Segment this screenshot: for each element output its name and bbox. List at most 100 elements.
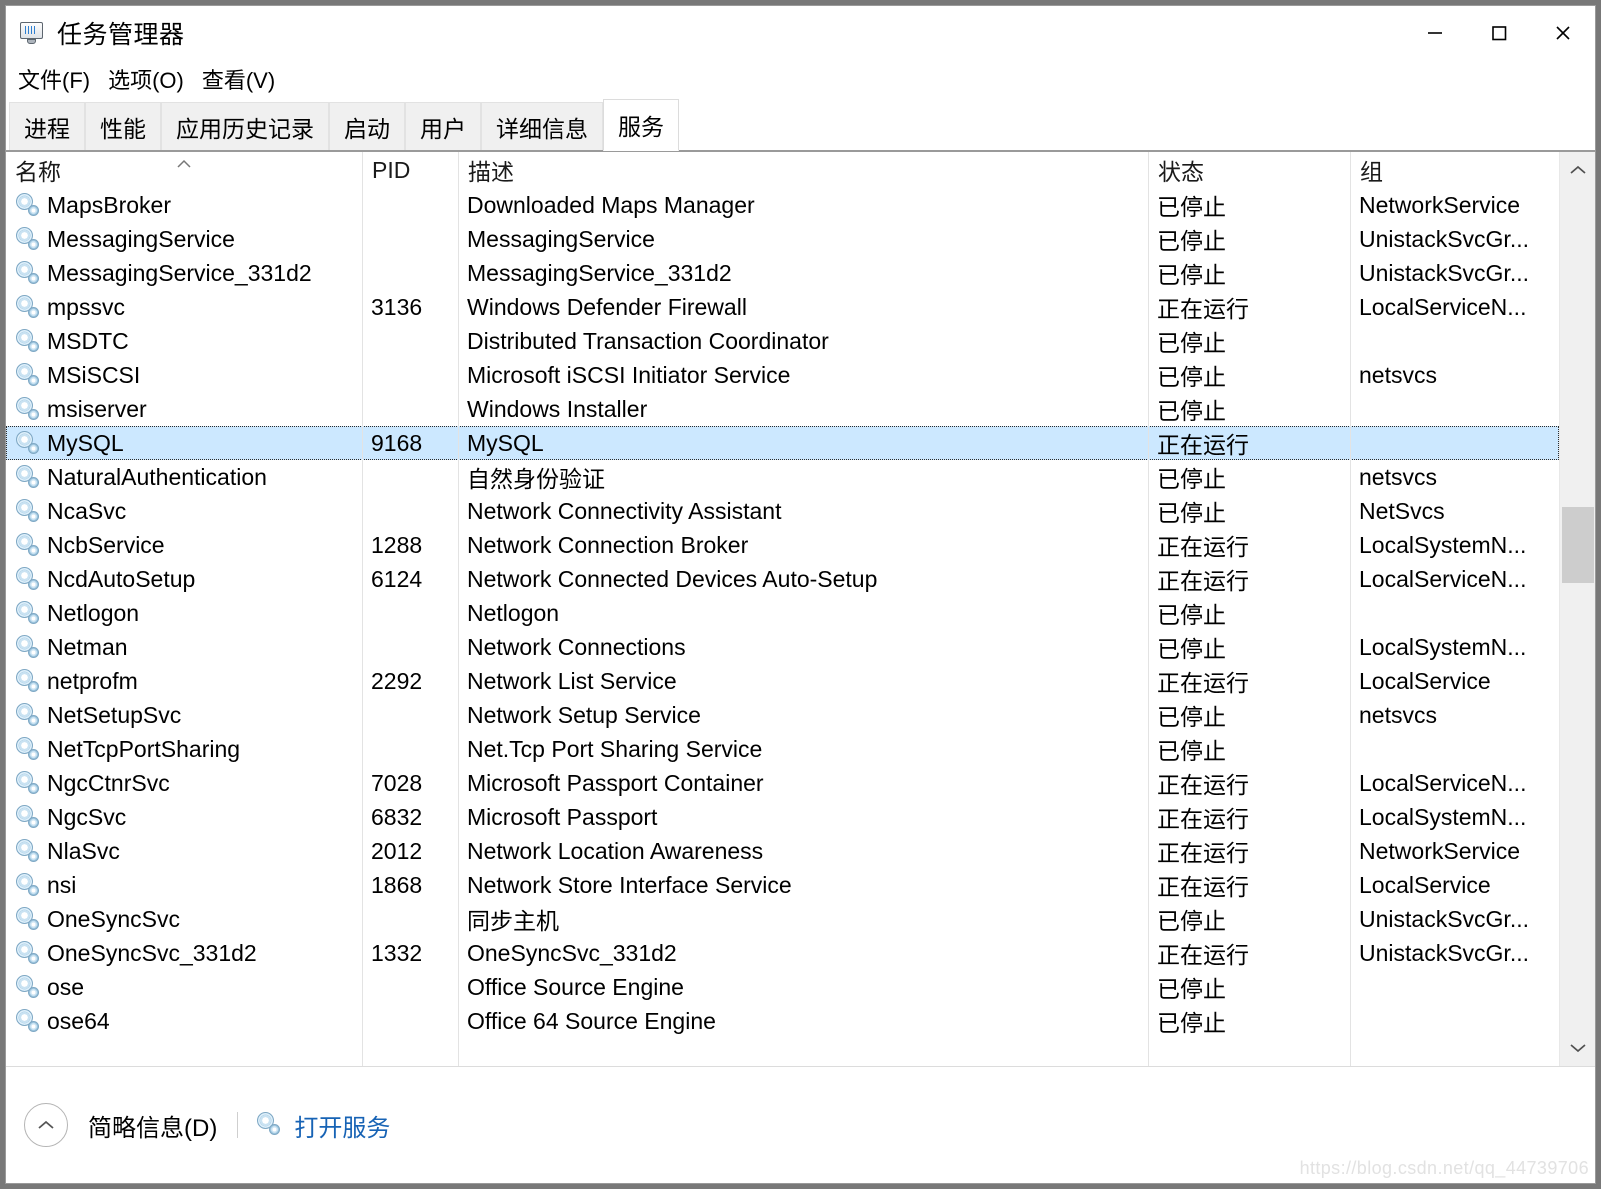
- service-name-label: NcdAutoSetup: [47, 565, 196, 592]
- cell-pid: 2292: [371, 667, 423, 694]
- table-row[interactable]: MessagingService_331d2 MessagingService_3…: [6, 256, 1559, 290]
- table-row[interactable]: mpssvc 3136 Windows Defender Firewall 正在运行 L…: [6, 290, 1559, 324]
- cell-group: UnistackSvcGr...: [1359, 225, 1529, 252]
- cell-name: ose: [6, 970, 362, 1004]
- cell-group: LocalServiceN...: [1359, 769, 1527, 796]
- table-row[interactable]: OneSyncSvc 同步主机 已停止 UnistackSvcGr...: [6, 902, 1559, 936]
- tab-details[interactable]: 详细信息: [481, 102, 603, 150]
- table-row[interactable]: Netlogon Netlogon 已停止: [6, 596, 1559, 630]
- table-row[interactable]: MySQL 9168 MySQL 正在运行: [6, 426, 1559, 460]
- cell-pid: [362, 324, 458, 358]
- cell-pid: 6832: [371, 803, 423, 830]
- cell-group: [1350, 324, 1540, 358]
- service-gear-icon: [15, 974, 41, 1000]
- table-row[interactable]: NaturalAuthentication 自然身份验证 已停止 netsvcs: [6, 460, 1559, 494]
- table-row[interactable]: netprofm 2292 Network List Service 正在运行 Loca…: [6, 664, 1559, 698]
- cell-group: [1350, 426, 1540, 460]
- table-row[interactable]: MessagingService MessagingService 已停止 Unist…: [6, 222, 1559, 256]
- service-gear-icon: [15, 1008, 41, 1034]
- table-row[interactable]: OneSyncSvc_331d2 1332 OneSyncSvc_331d2 正在运行…: [6, 936, 1559, 970]
- cell-name: Netlogon: [6, 596, 362, 630]
- minimize-button[interactable]: [1403, 6, 1467, 59]
- menu-item-file[interactable]: 文件(F): [18, 63, 90, 95]
- table-row[interactable]: NcbService 1288 Network Connection Broker 正…: [6, 528, 1559, 562]
- fewer-details-button[interactable]: [24, 1103, 68, 1147]
- table-row[interactable]: NlaSvc 2012 Network Location Awareness 正在运行…: [6, 834, 1559, 868]
- cell-description: 同步主机: [467, 908, 559, 934]
- service-gear-icon: [15, 192, 41, 218]
- service-gear-icon: [15, 566, 41, 592]
- cell-pid: [362, 494, 458, 528]
- table-row[interactable]: NetTcpPortSharing Net.Tcp Port Sharing Se…: [6, 732, 1559, 766]
- table-row[interactable]: NgcSvc 6832 Microsoft Passport 正在运行 LocalSys…: [6, 800, 1559, 834]
- table-row[interactable]: MSiSCSI Microsoft iSCSI Initiator Service…: [6, 358, 1559, 392]
- service-name-label: NaturalAuthentication: [47, 463, 267, 490]
- cell-description: Net.Tcp Port Sharing Service: [467, 735, 763, 762]
- fewer-details-label[interactable]: 简略信息(D): [88, 1108, 217, 1143]
- tab-startup[interactable]: 启动: [329, 102, 405, 150]
- scrollbar-up-button[interactable]: [1560, 152, 1595, 188]
- cell-name: msiserver: [6, 392, 362, 426]
- table-row[interactable]: ose Office Source Engine 已停止: [6, 970, 1559, 1004]
- scrollbar-down-button[interactable]: [1560, 1030, 1595, 1066]
- cell-name: MapsBroker: [6, 188, 362, 222]
- cell-name: NcaSvc: [6, 494, 362, 528]
- tab-users[interactable]: 用户: [405, 102, 481, 150]
- service-name-label: MapsBroker: [47, 191, 171, 218]
- cell-group: [1350, 392, 1540, 426]
- maximize-icon: [1492, 25, 1507, 40]
- menu-item-view[interactable]: 查看(V): [202, 63, 275, 95]
- cell-pid: 1332: [371, 939, 423, 966]
- cell-pid: 1868: [371, 871, 423, 898]
- tab-processes[interactable]: 进程: [9, 102, 85, 150]
- tab-performance[interactable]: 性能: [85, 102, 161, 150]
- chevron-up-icon: [1569, 165, 1586, 174]
- table-row[interactable]: MSDTC Distributed Transaction Coordinator…: [6, 324, 1559, 358]
- cell-group: LocalService: [1359, 871, 1491, 898]
- table-row[interactable]: MapsBroker Downloaded Maps Manager 已停止 Netw…: [6, 188, 1559, 222]
- table-row[interactable]: NcaSvc Network Connectivity Assistant 已停止 N…: [6, 494, 1559, 528]
- table-row[interactable]: nsi 1868 Network Store Interface Service 正在…: [6, 868, 1559, 902]
- column-header-description[interactable]: 描述: [458, 152, 1148, 188]
- cell-pid: 1288: [371, 531, 423, 558]
- table-row[interactable]: ose64 Office 64 Source Engine 已停止: [6, 1004, 1559, 1038]
- service-gear-icon: [15, 838, 41, 864]
- tab-app-history[interactable]: 应用历史记录: [161, 102, 329, 150]
- cell-description: Downloaded Maps Manager: [467, 191, 755, 218]
- cell-pid: 6124: [371, 565, 423, 592]
- cell-name: mpssvc: [6, 290, 362, 324]
- cell-description: OneSyncSvc_331d2: [467, 939, 677, 966]
- cell-group: [1350, 732, 1540, 766]
- watermark: https://blog.csdn.net/qq_44739706: [1299, 1158, 1589, 1178]
- cell-name: nsi: [6, 868, 362, 902]
- table-row[interactable]: NetSetupSvc Network Setup Service 已停止 netsv…: [6, 698, 1559, 732]
- table-row[interactable]: Netman Network Connections 已停止 LocalSystemN…: [6, 630, 1559, 664]
- service-gear-icon: [15, 872, 41, 898]
- cell-pid: [362, 970, 458, 1004]
- column-header-group[interactable]: 组: [1350, 152, 1540, 188]
- service-gear-icon: [15, 464, 41, 490]
- table-row[interactable]: NcdAutoSetup 6124 Network Connected Device…: [6, 562, 1559, 596]
- cell-description: Office Source Engine: [467, 973, 684, 1000]
- scrollbar-thumb[interactable]: [1562, 507, 1594, 583]
- service-gear-icon: [15, 668, 41, 694]
- vertical-scrollbar[interactable]: [1559, 152, 1595, 1066]
- close-button[interactable]: [1531, 6, 1595, 59]
- cell-description: Microsoft Passport: [467, 803, 658, 830]
- table-row[interactable]: NgcCtnrSvc 7028 Microsoft Passport Contain…: [6, 766, 1559, 800]
- maximize-button[interactable]: [1467, 6, 1531, 59]
- service-name-label: netprofm: [47, 667, 138, 694]
- service-gear-icon: [15, 736, 41, 762]
- column-header-name[interactable]: 名称: [6, 152, 362, 188]
- table-row[interactable]: msiserver Windows Installer 已停止: [6, 392, 1559, 426]
- column-header-pid[interactable]: PID: [362, 152, 458, 188]
- cell-group: UnistackSvcGr...: [1359, 259, 1529, 286]
- service-gear-icon: [15, 940, 41, 966]
- service-name-label: NcaSvc: [47, 497, 127, 524]
- cell-description: Microsoft iSCSI Initiator Service: [467, 361, 791, 388]
- open-services-link[interactable]: 打开服务: [256, 1108, 390, 1143]
- column-header-status[interactable]: 状态: [1148, 152, 1350, 188]
- menu-item-options[interactable]: 选项(O): [108, 63, 184, 95]
- tab-services[interactable]: 服务: [603, 99, 679, 151]
- cell-pid: [362, 222, 458, 256]
